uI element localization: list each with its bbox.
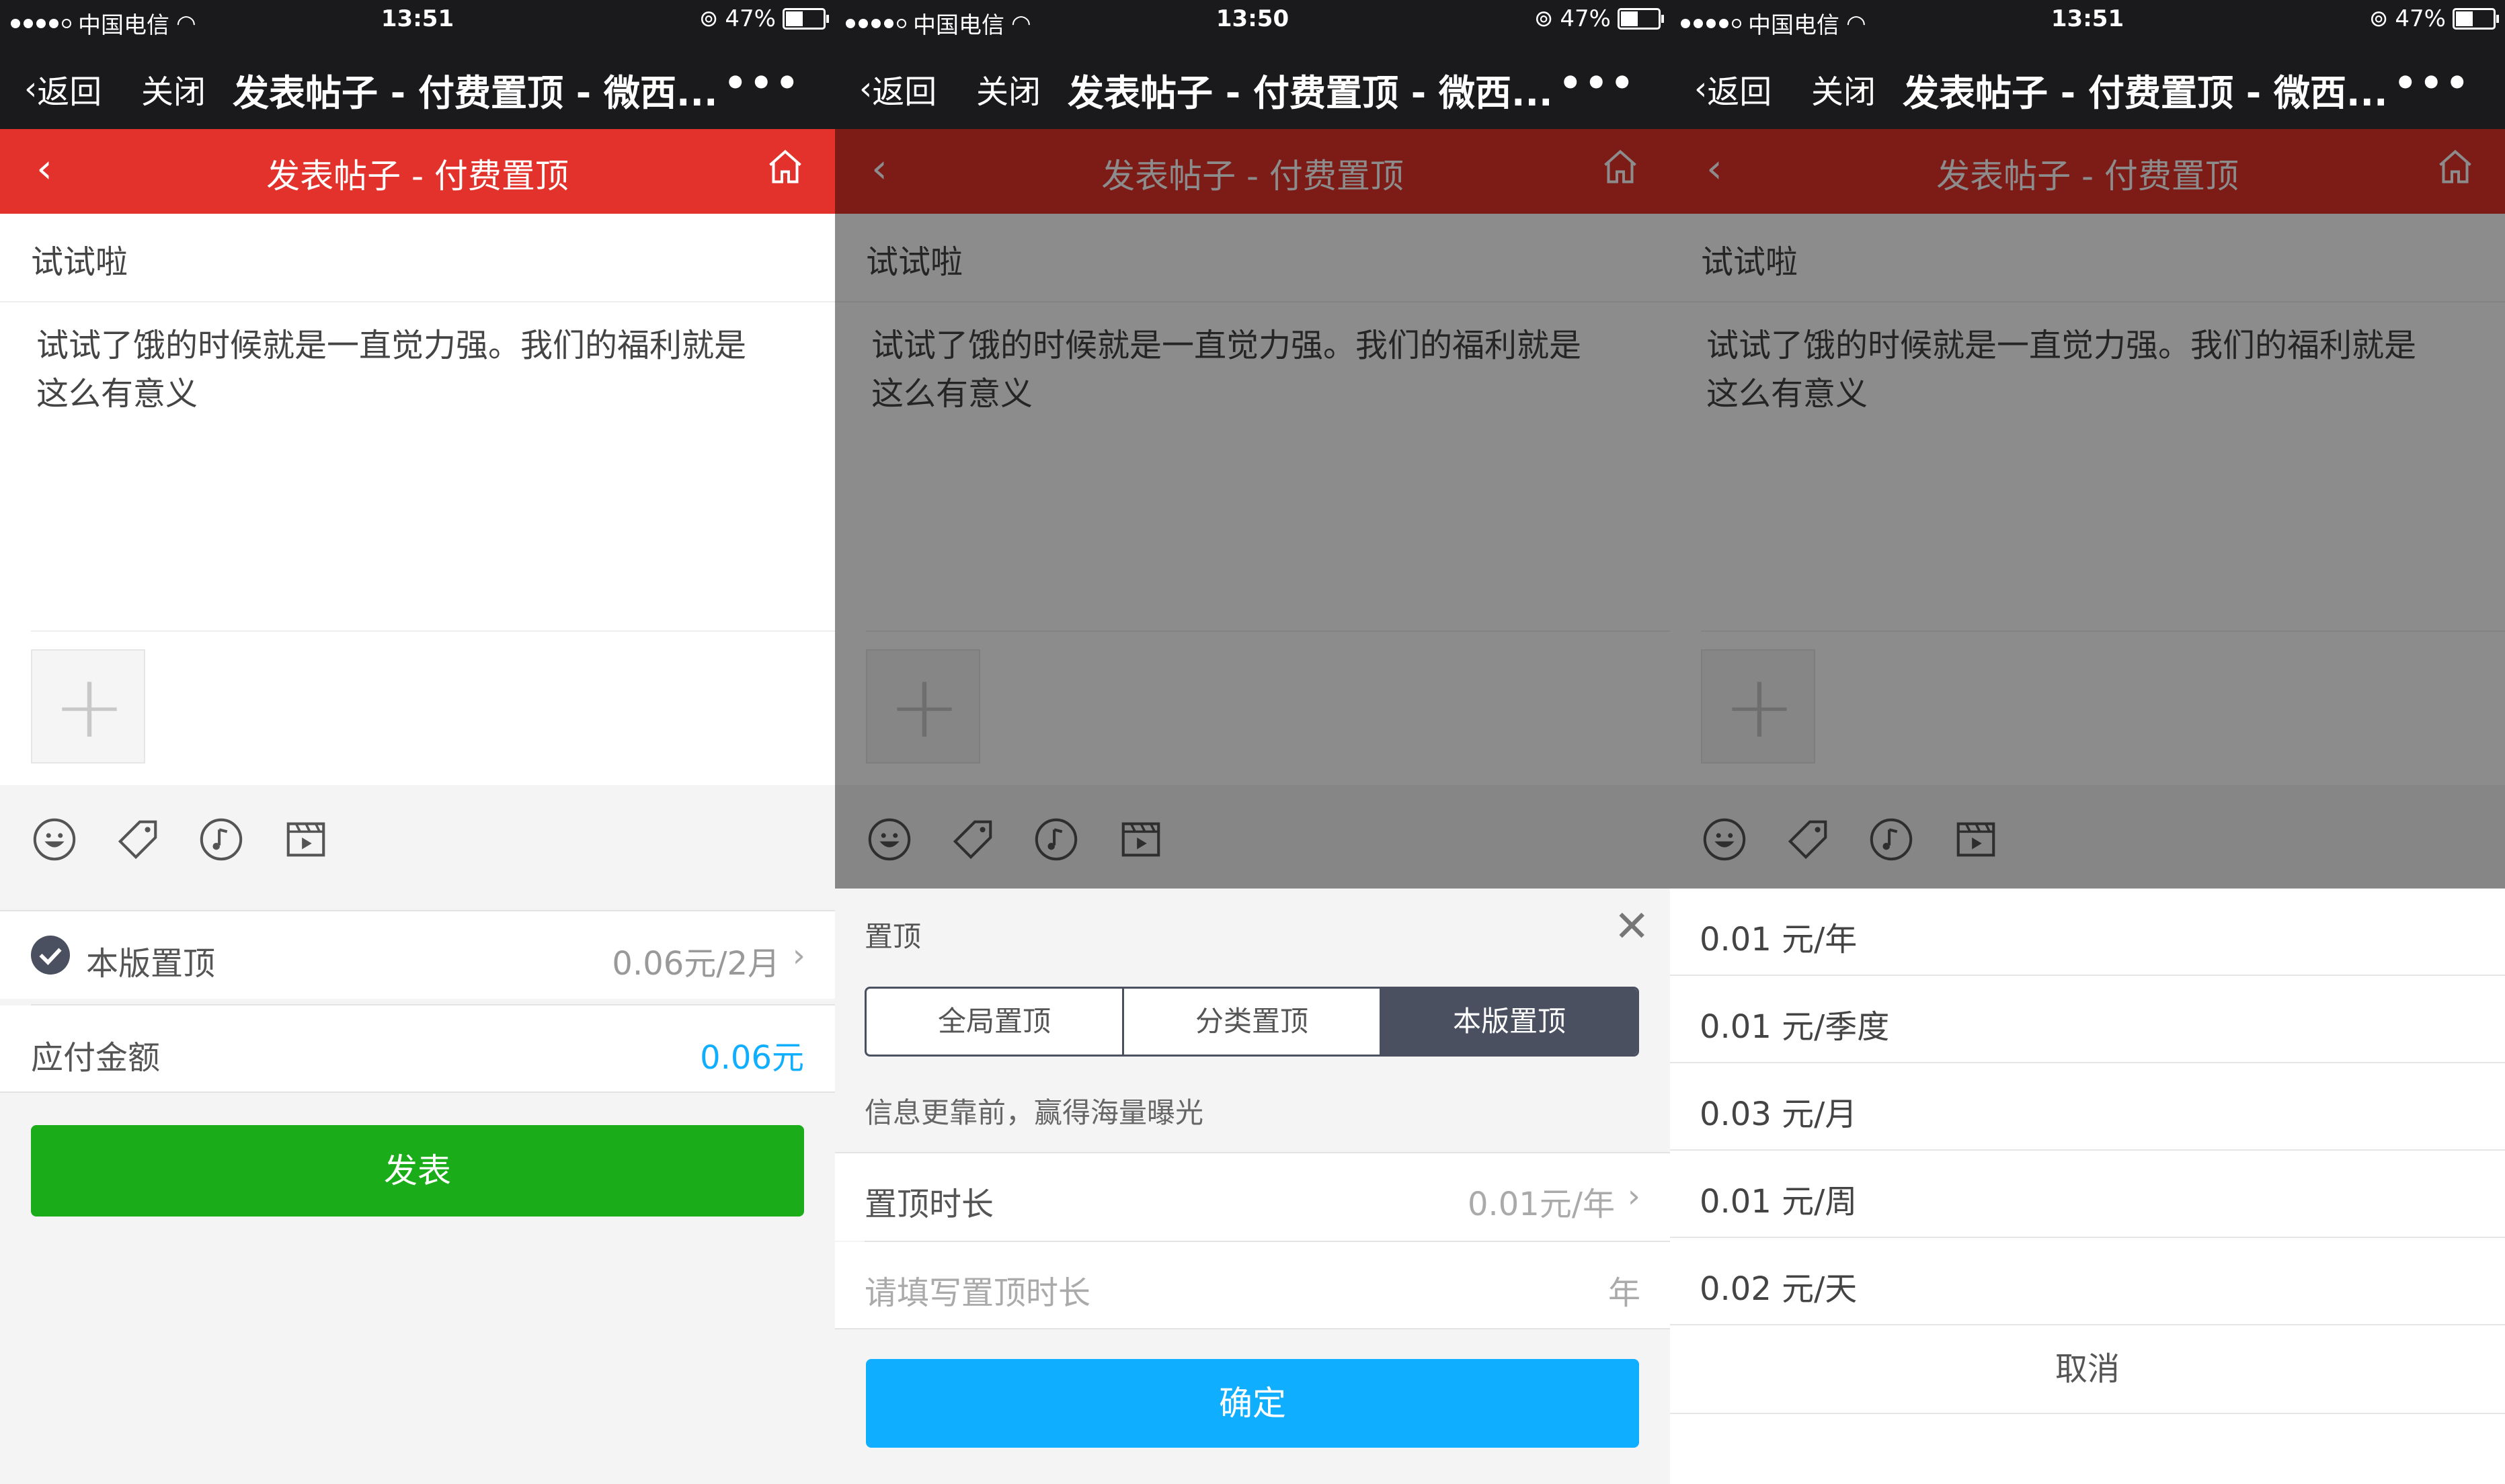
home-icon[interactable] xyxy=(765,147,805,190)
duration-picker: 0.01 元/年 0.01 元/季度 0.03 元/月 0.01 元/周 0.0… xyxy=(1670,889,2505,1484)
battery-icon xyxy=(783,8,829,30)
plus-icon: + xyxy=(52,655,126,757)
confirm-button[interactable]: 确定 xyxy=(866,1359,1639,1448)
picker-option-month[interactable]: 0.03 元/月 xyxy=(1670,1063,2505,1151)
rotation-lock-icon: ⊚ xyxy=(1534,5,1554,32)
rotation-lock-icon: ⊚ xyxy=(2369,5,2389,32)
duration-input[interactable]: 请填写置顶时长 xyxy=(865,1266,1090,1313)
chevron-right-icon: › xyxy=(1627,1178,1640,1215)
status-bar: 中国电信 ◠ 13:50 ⊚ 47% xyxy=(835,0,1670,42)
chevron-left-icon: ‹ xyxy=(1694,70,1708,108)
submit-button[interactable]: 发表 xyxy=(31,1125,804,1217)
wechat-nav-bar: ‹ 返回 关闭 发表帖子 - 付费置顶 - 微西... ••• xyxy=(1670,42,2505,129)
battery-percent: 47% xyxy=(1560,5,1611,32)
tab-board-pin[interactable]: 本版置顶 xyxy=(1382,989,1637,1055)
pin-sheet: 置顶 ✕ 全局置顶 分类置顶 本版置顶 信息更靠前，赢得海量曝光 置顶时长 0.… xyxy=(835,889,1670,1484)
battery-icon xyxy=(2453,8,2499,30)
header-title: 发表帖子 - 付费置顶 xyxy=(266,157,569,196)
battery-level xyxy=(1621,11,1638,26)
close-button[interactable]: 关闭 xyxy=(1811,65,1876,112)
close-button[interactable]: 关闭 xyxy=(976,65,1041,112)
more-button[interactable]: ••• xyxy=(1558,62,1636,104)
wechat-nav-bar: ‹ 返回 关闭 发表帖子 - 付费置顶 - 微西... ••• xyxy=(0,42,835,129)
screen-post-editor: 中国电信 ◠ 13:51 ⊚ 47% ‹ 返回 关闭 发表帖子 - 付费置顶 - 微西… xyxy=(0,0,835,1484)
more-button[interactable]: ••• xyxy=(723,62,801,104)
close-button[interactable]: 关闭 xyxy=(141,65,206,112)
body-textarea[interactable]: 试试了饿的时候就是一直觉力强。我们的福利就是这么有意义 xyxy=(36,321,776,418)
modal-backdrop[interactable] xyxy=(835,129,1670,889)
close-icon[interactable]: ✕ xyxy=(1614,902,1650,952)
picker-option-year[interactable]: 0.01 元/年 xyxy=(1670,889,2505,976)
chevron-left-icon: ‹ xyxy=(859,70,873,108)
duration-value: 0.01元/年 xyxy=(1467,1186,1615,1223)
sheet-hint: 信息更靠前，赢得海量曝光 xyxy=(865,1096,1204,1129)
pin-label: 本版置顶 xyxy=(86,945,216,983)
duration-input-row[interactable]: 请填写置顶时长 年 xyxy=(835,1242,1670,1328)
status-bar: 中国电信 ◠ 13:51 ⊚ 47% xyxy=(0,0,835,42)
cancel-button[interactable]: 取消 xyxy=(1670,1325,2505,1414)
modal-backdrop[interactable] xyxy=(1670,129,2505,889)
editor-toolbar xyxy=(0,785,835,910)
duration-label: 置顶时长 xyxy=(865,1186,994,1223)
picker-option-day[interactable]: 0.02 元/天 xyxy=(1670,1238,2505,1325)
pin-price: 0.06元/2月 xyxy=(612,945,780,983)
tag-icon[interactable] xyxy=(114,816,161,863)
battery-percent: 47% xyxy=(725,5,776,32)
picker-option-week[interactable]: 0.01 元/周 xyxy=(1670,1151,2505,1238)
battery-icon xyxy=(1618,8,1664,30)
add-image-button[interactable]: + xyxy=(31,649,145,764)
page-title: 发表帖子 - 付费置顶 - 微西... xyxy=(233,72,718,114)
checkmark-icon[interactable] xyxy=(31,936,70,975)
subject-input[interactable]: 试试啦 xyxy=(31,235,128,282)
screen-pin-sheet: 中国电信 ◠ 13:50 ⊚ 47% ‹ 返回 关闭 发表帖子 - 付费置顶 - 微西… xyxy=(835,0,1670,1484)
picker-option-quarter[interactable]: 0.01 元/季度 xyxy=(1670,976,2505,1063)
tab-global-pin[interactable]: 全局置顶 xyxy=(867,989,1124,1055)
duration-unit: 年 xyxy=(1607,1274,1640,1312)
app-header: ‹ 发表帖子 - 付费置顶 xyxy=(0,129,835,214)
payment-amount: 0.06元 xyxy=(700,1039,804,1077)
chevron-left-icon: ‹ xyxy=(24,70,38,108)
chevron-right-icon: › xyxy=(792,937,805,975)
payment-label: 应付金额 xyxy=(31,1039,161,1077)
battery-percent: 47% xyxy=(2395,5,2446,32)
back-button[interactable]: ‹ 返回 xyxy=(859,65,937,112)
emoji-icon[interactable] xyxy=(31,816,78,863)
status-bar: 中国电信 ◠ 13:51 ⊚ 47% xyxy=(1670,0,2505,42)
more-button[interactable]: ••• xyxy=(2393,62,2471,104)
music-icon[interactable] xyxy=(198,816,245,863)
screen-duration-picker: 中国电信 ◠ 13:51 ⊚ 47% ‹ 返回 关闭 发表帖子 - 付费置顶 - 微西… xyxy=(1670,0,2505,1484)
payment-row: 应付金额 0.06元 xyxy=(0,1005,835,1091)
wechat-nav-bar: ‹ 返回 关闭 发表帖子 - 付费置顶 - 微西... ••• xyxy=(835,42,1670,129)
back-button[interactable]: ‹ 返回 xyxy=(24,65,102,112)
duration-row[interactable]: 置顶时长 0.01元/年 › xyxy=(835,1153,1670,1241)
battery-level xyxy=(2456,11,2473,26)
post-form: 试试啦 试试了饿的时候就是一直觉力强。我们的福利就是这么有意义 + xyxy=(0,214,835,785)
pin-option-row[interactable]: 本版置顶 0.06元/2月 › xyxy=(0,911,835,999)
battery-level xyxy=(786,11,803,26)
sheet-title: 置顶 xyxy=(865,920,922,953)
pin-type-segmented: 全局置顶 分类置顶 本版置顶 xyxy=(865,987,1639,1057)
page-title: 发表帖子 - 付费置顶 - 微西... xyxy=(1903,72,2388,114)
back-button[interactable]: ‹ 返回 xyxy=(1694,65,1772,112)
tab-category-pin[interactable]: 分类置顶 xyxy=(1124,989,1382,1055)
video-icon[interactable] xyxy=(282,816,329,863)
rotation-lock-icon: ⊚ xyxy=(699,5,719,32)
page-title: 发表帖子 - 付费置顶 - 微西... xyxy=(1068,72,1553,114)
